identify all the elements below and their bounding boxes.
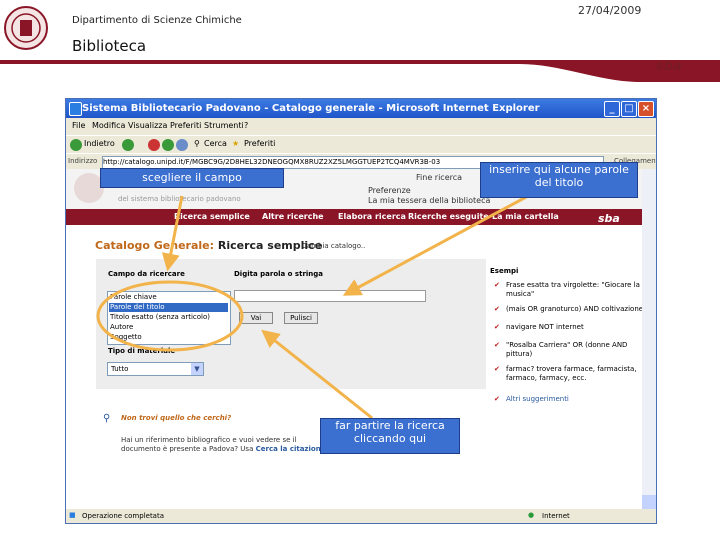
change-catalog-link[interactable]: Cambia catalogo.. xyxy=(302,242,365,250)
department-name: Dipartimento di Scienze Chimiche xyxy=(72,15,242,26)
page-content: Catalogo Generale: Ricerca semplice Camb… xyxy=(66,225,656,509)
pulisci-button[interactable]: Pulisci xyxy=(284,312,318,324)
example-item: ✔ farmac? trovera farmace, farmacista, fa… xyxy=(494,365,637,382)
callout-scegliere-campo: scegliere il campo xyxy=(100,168,284,188)
close-button[interactable]: × xyxy=(638,101,654,117)
callout-inserire-parole: inserire qui alcune parole del titolo xyxy=(480,162,638,198)
menu-bar: File Modifica Visualizza Preferiti Strum… xyxy=(66,118,656,135)
menu-strumenti[interactable]: Strumenti xyxy=(204,121,244,130)
catalog-title-prefix: Catalogo Generale: xyxy=(95,239,215,252)
page-icon: ■ xyxy=(69,511,76,519)
menu-modifica[interactable]: Modifica xyxy=(92,121,125,130)
example-item: ✔ Frase esatta tra virgolette: "Giocare l… xyxy=(494,281,640,298)
refresh-icon[interactable] xyxy=(162,139,174,151)
help-title: Non trovi quello che cerchi? xyxy=(121,414,232,422)
library-card-link[interactable]: La mia tessera della biblioteca xyxy=(368,196,490,205)
slide-title: Biblioteca xyxy=(72,37,147,55)
tipo-materiale-label: Tipo di materiale xyxy=(108,347,176,355)
scroll-down-button[interactable] xyxy=(642,495,656,509)
menu-help[interactable]: ? xyxy=(244,121,248,130)
vertical-scrollbar[interactable] xyxy=(642,169,656,509)
callout-far-partire: far partire la ricerca cliccando qui xyxy=(320,418,460,454)
examples-panel: Esempi ✔ Frase esatta tra virgolette: "Gi… xyxy=(488,265,656,415)
menu-preferiti[interactable]: Preferiti xyxy=(170,121,201,130)
check-icon: ✔ xyxy=(494,305,500,313)
toolbar: Indietro ⚲ Cerca ★ Preferiti xyxy=(66,135,656,154)
search-form: Campo da ricercare Digita parola o strin… xyxy=(96,259,486,389)
example-item[interactable]: ✔ Altri suggerimenti xyxy=(494,395,646,413)
nav-ricerca-semplice[interactable]: Ricerca semplice xyxy=(174,212,250,221)
campo-option[interactable]: Titolo esatto (senza articolo) xyxy=(109,313,228,322)
campo-option[interactable]: Parole chiave xyxy=(109,293,228,302)
search-icon[interactable]: ⚲ xyxy=(194,139,200,148)
campo-label: Campo da ricercare xyxy=(108,270,185,278)
stop-icon[interactable] xyxy=(148,139,160,151)
nav-elabora-ricerca[interactable]: Elabora ricerca xyxy=(338,212,406,221)
check-icon: ✔ xyxy=(494,323,500,331)
status-bar: ■ Operazione completata ● Internet xyxy=(66,509,656,523)
example-item: ✔ (mais OR granoturco) AND coltivazione xyxy=(494,305,644,313)
status-text: Operazione completata xyxy=(82,512,165,520)
campo-option[interactable]: Soggetto xyxy=(109,333,228,342)
nav-altre-ricerche[interactable]: Altre ricerche xyxy=(262,212,324,221)
favorites-star-icon[interactable]: ★ xyxy=(232,139,239,148)
favorites-button[interactable]: Preferiti xyxy=(244,139,275,148)
preferences-link[interactable]: Preferenze xyxy=(368,186,411,195)
examples-title: Esempi xyxy=(490,267,519,275)
site-nav-bar: Ricerca semplice Altre ricerche Elabora … xyxy=(66,209,656,225)
help-text: Hai un riferimento bibliografico e vuoi … xyxy=(121,436,326,453)
fast-search-link[interactable]: Fine ricerca xyxy=(416,173,462,182)
example-item: ✔ navigare NOT internet xyxy=(494,323,584,331)
forward-arrow-icon[interactable] xyxy=(122,139,134,151)
header-band xyxy=(0,60,720,82)
slide-date: 27/04/2009 xyxy=(578,4,642,17)
minimize-button[interactable]: _ xyxy=(604,101,620,117)
chevron-down-icon[interactable]: ▼ xyxy=(191,363,203,375)
nav-sba-logo: sba xyxy=(598,212,620,225)
tipo-select-value: Tutto xyxy=(111,365,129,373)
address-label: Indirizzo xyxy=(68,157,98,165)
campo-listbox[interactable]: Parole chiave Parole del titolo Titolo e… xyxy=(107,291,231,345)
check-icon: ✔ xyxy=(494,281,500,289)
search-input[interactable] xyxy=(234,290,426,302)
back-arrow-icon[interactable] xyxy=(70,139,82,151)
site-subtitle: del sistema bibliotecario padovano xyxy=(118,195,241,203)
vai-button[interactable]: Vai xyxy=(239,312,273,324)
search-help-icon: ⚲ xyxy=(103,413,111,424)
back-button[interactable]: Indietro xyxy=(84,139,115,148)
cerca-citazione-link[interactable]: Cerca la citazione xyxy=(256,445,326,453)
home-icon[interactable] xyxy=(176,139,188,151)
campo-option[interactable]: Autore xyxy=(109,323,228,332)
menu-visualizza[interactable]: Visualizza xyxy=(128,121,167,130)
sba-logo: sba xyxy=(656,59,682,74)
search-button[interactable]: Cerca xyxy=(204,139,227,148)
campo-option-selected[interactable]: Parole del titolo xyxy=(109,303,228,312)
nav-ricerche-eseguite[interactable]: Ricerche eseguite xyxy=(408,212,489,221)
check-icon: ✔ xyxy=(494,341,500,349)
maximize-button[interactable]: □ xyxy=(621,101,637,117)
tipo-materiale-select[interactable]: Tutto ▼ xyxy=(107,362,204,376)
check-icon: ✔ xyxy=(494,395,500,403)
ie-icon xyxy=(69,102,82,116)
browser-title: Sistema Bibliotecario Padovano - Catalog… xyxy=(82,103,540,114)
example-item: ✔ "Rosalba Carriera" OR (donne AND pittur… xyxy=(494,341,628,358)
internet-zone: Internet xyxy=(542,512,570,520)
catalog-title: Catalogo Generale: Ricerca semplice xyxy=(95,239,322,252)
check-icon: ✔ xyxy=(494,365,500,373)
globe-icon: ● xyxy=(528,511,535,519)
university-seal-logo xyxy=(4,6,48,50)
browser-title-bar: Sistema Bibliotecario Padovano - Catalog… xyxy=(66,99,656,118)
menu-file[interactable]: File xyxy=(72,121,85,130)
nav-la-mia-cartella[interactable]: La mia cartella xyxy=(492,212,559,221)
digita-label: Digita parola o stringa xyxy=(234,270,324,278)
